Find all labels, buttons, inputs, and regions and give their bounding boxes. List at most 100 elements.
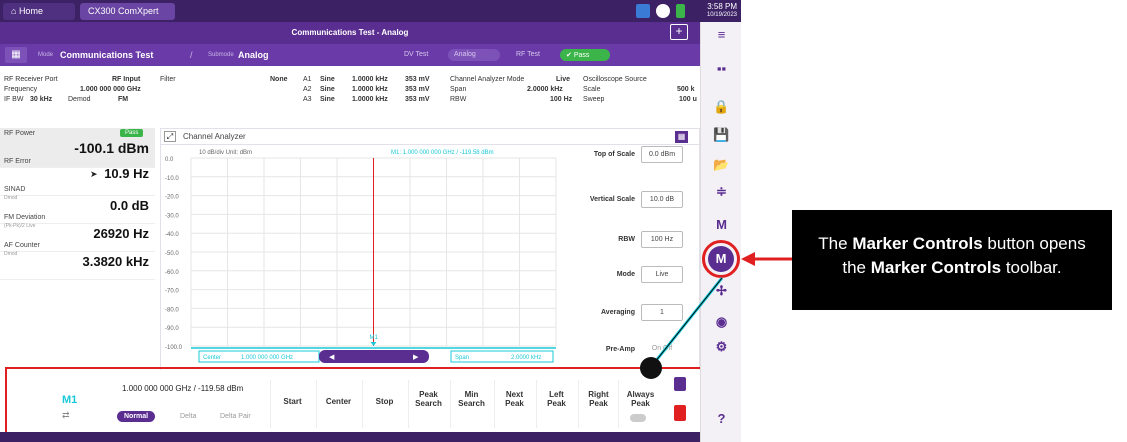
ca-mode-value: Live — [556, 76, 571, 83]
mode-label[interactable]: Communications Test — [60, 50, 153, 60]
marker-readout-label: M1: 1.000 000 000 GHz / -119.58 dBm — [391, 150, 494, 156]
pass-badge-label: Pass — [573, 52, 590, 59]
spectrum-plot[interactable]: 10 dB/div Unit: dBm M1: 1.000 000 000 GHz… — [161, 146, 561, 372]
submode-caption: Submode — [208, 52, 234, 58]
setting-value[interactable]: 1 — [641, 304, 683, 321]
gen-a2-freq: 1.0000 kHz — [352, 86, 388, 93]
chart-header: ⤢ Channel Analyzer ▦ — [161, 129, 699, 145]
measurement-label: AF Counter — [4, 242, 40, 249]
save-icon[interactable]: 💾 — [713, 128, 730, 142]
gen-a2-shape: Sine — [320, 86, 335, 93]
annotation-text: button opens — [982, 234, 1086, 253]
chart-title: Channel Analyzer — [183, 132, 246, 141]
submode-label[interactable]: Analog — [238, 50, 269, 60]
y-tick-label: -70.0 — [165, 289, 179, 295]
gen-a2-level: 353 mV — [405, 86, 430, 93]
osc-sweep-label: Sweep — [583, 96, 605, 103]
expand-icon[interactable]: ⤢ — [164, 131, 176, 142]
folder-icon[interactable]: 📂 — [713, 158, 730, 172]
add-button[interactable]: + — [670, 24, 688, 40]
y-tick-label: -60.0 — [165, 270, 179, 276]
setting-mode[interactable]: Mode Live — [565, 265, 695, 285]
gen-a1-freq: 1.0000 kHz — [352, 76, 388, 83]
grid-icon[interactable]: ▪▪ — [713, 62, 730, 76]
gear-icon[interactable]: ⚙ — [713, 340, 730, 354]
span-value: 2.0000 kHz — [511, 355, 541, 361]
setting-value[interactable]: 0.0 dBm — [641, 146, 683, 163]
toolbar-highlight — [5, 367, 704, 434]
measurement-label: RF Error — [4, 158, 31, 165]
scroll-right-icon: ▶ — [413, 353, 419, 361]
span-label: Span — [450, 86, 467, 93]
help-icon[interactable]: ? — [713, 412, 730, 426]
pill-dv-test[interactable]: DV Test — [398, 49, 434, 61]
gen-a3-freq: 1.0000 kHz — [352, 96, 388, 103]
clock-time: 3:58 PM — [707, 2, 737, 11]
gen-a1-level: 353 mV — [405, 76, 430, 83]
callout-endpoint — [640, 357, 662, 379]
gen-a2-id: A2 — [303, 86, 312, 93]
setting-label: Vertical Scale — [589, 196, 635, 203]
measurements-panel: RF Power Pass -100.1 dBm RF Error ➤ 10.9… — [0, 128, 155, 368]
setting-rbw[interactable]: RBW 100 Hz — [565, 230, 695, 250]
mode-caption: Mode — [38, 52, 54, 58]
osc-source-label: Oscilloscope Source — [583, 76, 647, 83]
pass-badge: Pass — [120, 129, 144, 137]
measurement-label: SINAD — [4, 186, 26, 193]
y-tick-label: -40.0 — [165, 232, 179, 238]
network-icon — [636, 4, 650, 18]
scroll-left-icon: ◀ — [329, 353, 335, 361]
y-tick-label: -20.0 — [165, 195, 179, 201]
measurement-af-counter[interactable]: AF Counter Dmod 3.3820 kHz — [0, 240, 155, 280]
cursor-icon: ➤ — [90, 169, 98, 179]
setting-averaging[interactable]: Averaging 1 — [565, 303, 695, 323]
y-axis-label: 10 dB/div Unit: dBm — [199, 150, 252, 156]
home-tab[interactable]: ⌂ Home — [3, 3, 75, 20]
split-icon[interactable]: ≑ — [713, 185, 730, 199]
y-tick-label: -30.0 — [165, 213, 179, 219]
annotation-emphasis: Marker Controls — [870, 258, 1002, 277]
measurement-value: 26920 Hz — [93, 226, 149, 241]
app-tab[interactable]: CX300 ComXpert — [80, 3, 175, 20]
pill-rf-test[interactable]: RF Test — [510, 49, 546, 61]
star-icon[interactable]: ✢ — [713, 284, 730, 298]
measurement-value: 3.3820 kHz — [82, 254, 150, 269]
setting-vertical-scale[interactable]: Vertical Scale 10.0 dB — [565, 190, 695, 210]
right-sidebar: ≡ ▪▪ 🔒 💾 📂 ≑ M ✢ ◉ ⚙? — [700, 22, 741, 442]
marker-icon[interactable]: M — [713, 218, 730, 232]
setting-pre-amp[interactable]: Pre-Amp On Off — [565, 340, 695, 360]
setting-value[interactable]: On Off — [641, 341, 683, 358]
menu-icon[interactable]: ≡ — [713, 28, 730, 42]
ca-mode-label: Channel Analyzer Mode — [450, 76, 525, 83]
setting-top-of-scale[interactable]: Top of Scale 0.0 dBm — [565, 145, 695, 165]
home-tab-label: Home — [18, 6, 43, 16]
setting-value[interactable]: 10.0 dB — [641, 191, 683, 208]
demod-value: FM — [118, 96, 129, 103]
measurement-sub: Dmod — [4, 195, 18, 201]
setting-label: Averaging — [601, 309, 635, 316]
y-tick-label: -80.0 — [165, 307, 179, 313]
measurement-sub: Dmod — [4, 251, 18, 257]
ifbw-value: 30 kHz — [30, 96, 53, 103]
rbw-label: RBW — [450, 96, 467, 103]
gen-a3-level: 353 mV — [405, 96, 430, 103]
marker-label: M1 — [370, 335, 379, 341]
measurement-label: RF Power — [4, 130, 36, 137]
ifbw-label: IF BW — [4, 96, 24, 103]
chart-menu-icon[interactable]: ▦ — [675, 131, 688, 143]
info-panel: RF Receiver Port RF Input Frequency 1.00… — [0, 76, 700, 126]
osc-scale-label: Scale — [583, 86, 601, 93]
setting-value[interactable]: Live — [641, 266, 683, 283]
span-label: Span — [455, 355, 469, 361]
camera-icon[interactable]: ◉ — [713, 315, 730, 329]
lock-icon[interactable]: 🔒 — [713, 100, 730, 114]
top-bar: ⌂ Home CX300 ComXpert 3:58 PM 10/19/2023 — [0, 0, 741, 22]
annotation-text: the — [842, 258, 871, 277]
frequency-label: Frequency — [4, 86, 38, 93]
marker-controls-button[interactable]: M — [708, 246, 734, 272]
setting-value[interactable]: 100 Hz — [641, 231, 683, 248]
rf-port-label: RF Receiver Port — [4, 76, 58, 83]
center-value: 1.000 000 000 GHz — [241, 355, 293, 361]
grid-icon[interactable]: ▦ — [5, 47, 27, 63]
pill-analog[interactable]: Analog — [448, 49, 500, 61]
